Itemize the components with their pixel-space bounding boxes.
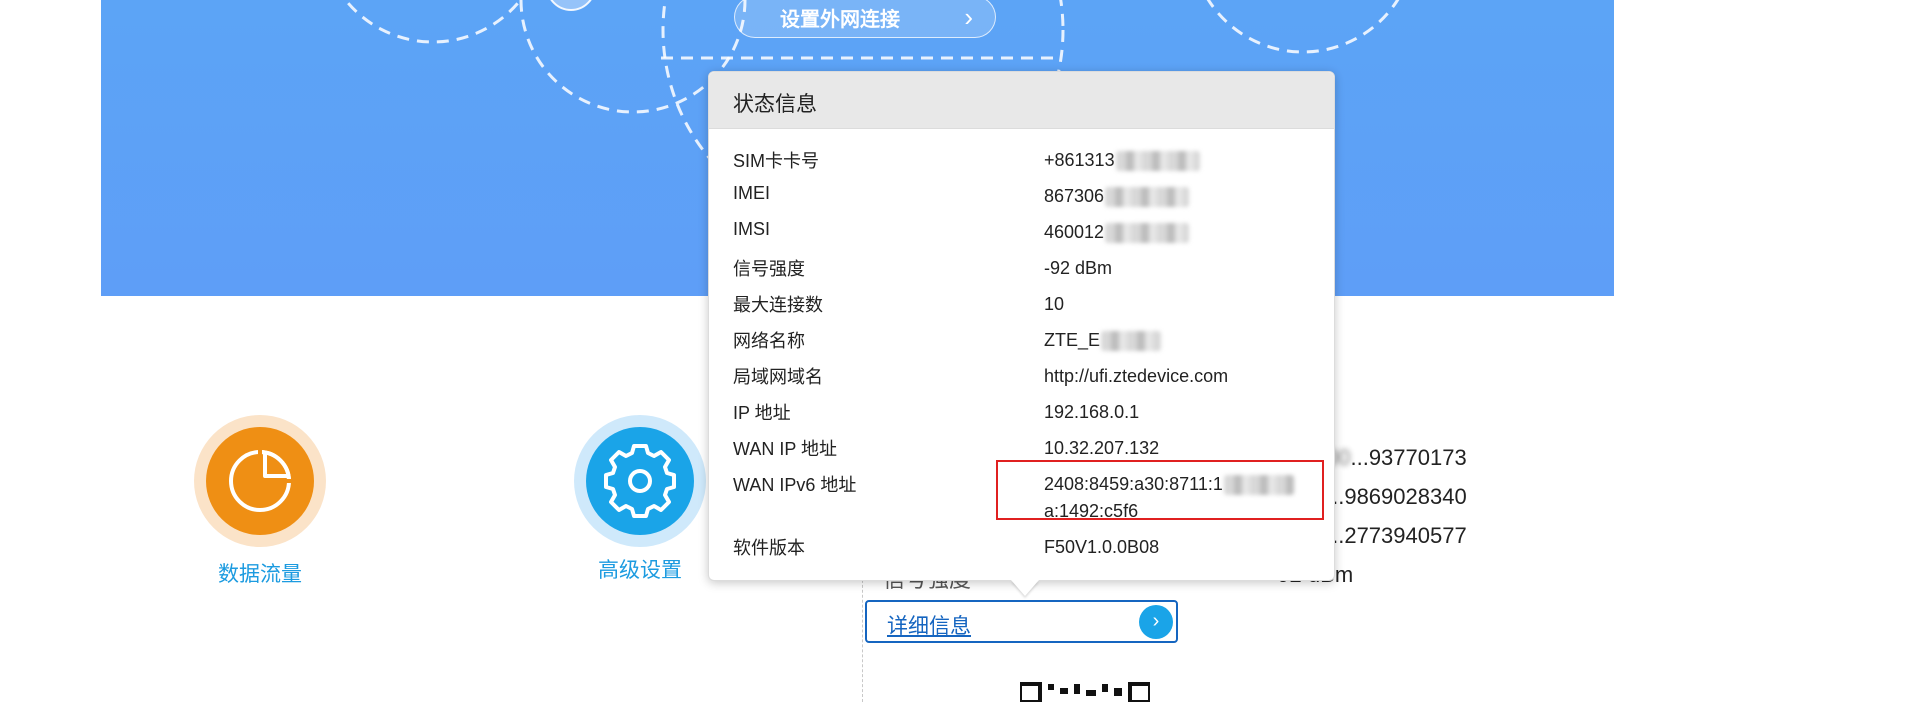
redacted-mask [1115,151,1200,172]
details-link[interactable]: 详细信息 [887,610,971,640]
chevron-right-icon[interactable]: › [1139,605,1173,639]
divider-line [862,560,863,702]
redacted-mask [1105,187,1190,208]
setup-wan-connection-button[interactable]: 设置外网连接 › [734,0,996,38]
bg-info-row-3: ...2773940577 [1326,523,1467,548]
pie-chart-icon [229,449,292,512]
qr-code [1020,682,1150,702]
bg-info-row-2: ...9869028340 [1326,484,1467,509]
data-usage-button[interactable] [206,427,314,535]
advanced-settings-button[interactable] [586,427,694,535]
popup-pointer [1011,580,1039,596]
chevron-right-icon: › [964,2,973,32]
ipv6-highlight-box [996,460,1324,520]
data-usage-label[interactable]: 数据流量 [160,558,360,588]
wan-button-label: 设置外网连接 [780,8,900,31]
redacted-mask [1101,331,1162,352]
router-admin-page: 设置外网连接 › 数据流量 高级设置 00...93770173 ...9869… [0,0,1920,702]
details-button[interactable]: 详细信息 › [865,600,1178,643]
popup-title: 状态信息 [709,72,1334,129]
redacted-mask [1105,223,1190,244]
gear-icon [604,444,676,518]
bg-info-row-1: 00...93770173 [1326,445,1467,470]
